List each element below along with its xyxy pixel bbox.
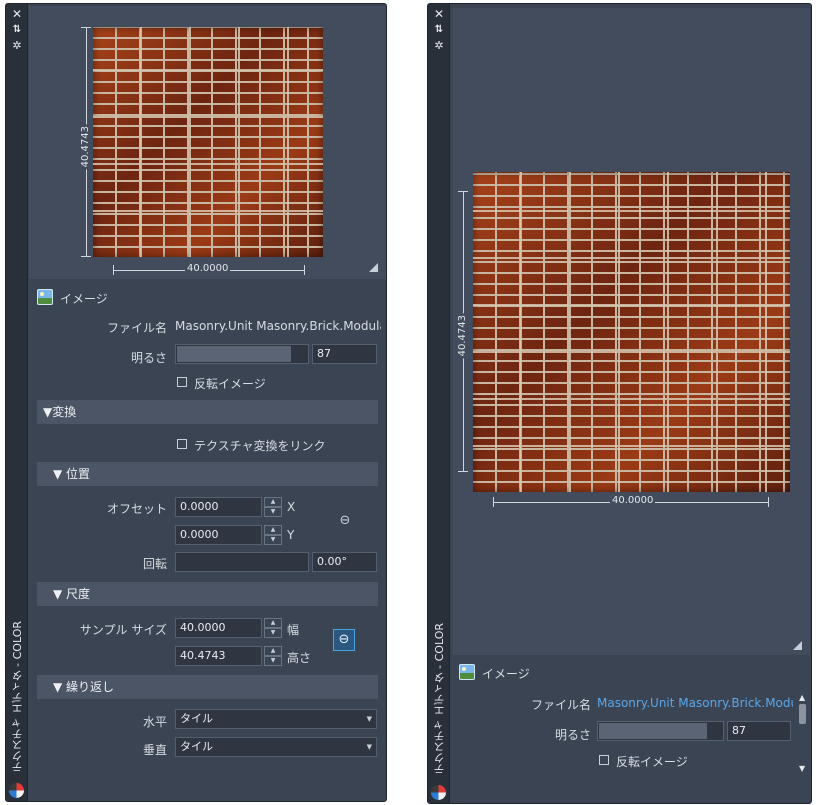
sample-width-field[interactable]: 40.0000: [175, 618, 262, 638]
app-logo-icon: [9, 783, 24, 798]
brick-texture-image: [93, 27, 323, 257]
gear-icon[interactable]: ✲: [10, 40, 24, 52]
app-logo-icon: [431, 785, 446, 800]
horizontal-repeat-select[interactable]: タイル ▼: [175, 709, 377, 729]
rotation-slider[interactable]: [175, 552, 309, 572]
filename-value[interactable]: Masonry.Unit Masonry.Brick.Modular: [597, 696, 793, 710]
offset-x-field[interactable]: 0.0000: [175, 497, 262, 517]
spin-up-icon[interactable]: ▲: [264, 497, 282, 507]
texture-editor-palette-right: ✕ ⇅ ✲ テクスチャ エディタ - COLOR 40.4743 40.0000…: [427, 3, 812, 804]
height-dimension-tick-top: [81, 27, 91, 28]
sample-size-label: サンプル サイズ: [79, 623, 167, 637]
texture-preview: 40.4743 40.0000: [453, 8, 810, 655]
gear-icon[interactable]: ✲: [432, 40, 446, 52]
link-texture-transform-label: テクスチャ変換をリンク: [194, 439, 326, 453]
offset-y-field[interactable]: 0.0000: [175, 525, 262, 545]
vertical-label: 垂直: [142, 743, 167, 757]
height-dimension-tick-top: [458, 191, 468, 192]
offset-x-axis-label: X: [287, 500, 296, 514]
height-dimension-tick-bottom: [81, 256, 91, 257]
invert-image-label: 反転イメージ: [616, 755, 688, 769]
brick-texture-image: [473, 172, 790, 492]
invert-image-checkbox[interactable]: [599, 755, 609, 765]
resize-grip-icon[interactable]: [793, 641, 802, 650]
link-texture-transform-checkbox[interactable]: [177, 439, 187, 449]
horizontal-label: 水平: [142, 715, 167, 729]
filename-label: ファイル名: [530, 698, 591, 712]
horizontal-repeat-value: タイル: [180, 712, 213, 725]
resize-grip-icon[interactable]: [369, 263, 378, 272]
chevron-down-icon: ▼: [366, 715, 372, 723]
auto-hide-icon[interactable]: ⇅: [432, 24, 446, 36]
height-dimension-label: 40.4743: [457, 313, 468, 359]
spin-up-icon[interactable]: ▲: [264, 525, 282, 535]
auto-hide-icon[interactable]: ⇅: [10, 24, 24, 36]
brightness-label: 明るさ: [554, 728, 591, 742]
link-sample-size-icon[interactable]: ⊖: [333, 629, 355, 651]
chevron-down-icon: ▼: [366, 743, 372, 751]
brightness-slider[interactable]: [597, 721, 724, 741]
brightness-slider-fill: [599, 723, 707, 739]
texture-preview: 40.4743 40.0000: [29, 6, 386, 279]
image-icon: [37, 289, 53, 305]
close-icon[interactable]: ✕: [432, 8, 446, 20]
invert-image-checkbox[interactable]: [177, 377, 187, 387]
width-dimension-tick-right: [768, 497, 769, 507]
brightness-slider-fill: [177, 346, 291, 362]
brightness-label: 明るさ: [130, 351, 167, 365]
spin-down-icon[interactable]: ▼: [264, 507, 282, 517]
offset-x-spinner[interactable]: ▲ ▼: [264, 497, 282, 517]
filename-value[interactable]: Masonry.Unit Masonry.Brick.Modular.B: [175, 319, 381, 333]
palette-titlebar: ✕ ⇅ ✲ テクスチャ エディタ - COLOR: [428, 4, 450, 803]
transform-section-header[interactable]: ▼変換: [37, 400, 378, 424]
rotation-label: 回転: [142, 557, 167, 571]
scroll-up-icon[interactable]: ▲: [799, 693, 805, 702]
scroll-down-icon[interactable]: ▼: [799, 764, 805, 773]
close-icon[interactable]: ✕: [10, 8, 24, 20]
repeat-section-header[interactable]: ▼ 繰り返し: [37, 675, 378, 699]
width-dimension-tick-right: [304, 265, 305, 275]
palette-titlebar: ✕ ⇅ ✲ テクスチャ エディタ - COLOR: [6, 4, 28, 801]
height-dimension-label: 40.4743: [80, 124, 91, 170]
height-dimension-tick-bottom: [458, 471, 468, 472]
spin-up-icon[interactable]: ▲: [264, 646, 282, 656]
offset-label: オフセット: [106, 502, 167, 516]
offset-y-axis-label: Y: [287, 528, 295, 542]
width-dimension-tick-left: [493, 497, 494, 507]
texture-editor-palette-left: ✕ ⇅ ✲ テクスチャ エディタ - COLOR 40.4743 40.0000…: [5, 3, 387, 802]
width-unit-label: 幅: [287, 623, 300, 637]
sample-width-spinner[interactable]: ▲ ▼: [264, 618, 282, 638]
width-dimension-label: 40.0000: [185, 263, 231, 274]
rotation-field[interactable]: 0.00°: [312, 552, 377, 572]
spin-up-icon[interactable]: ▲: [264, 618, 282, 628]
palette-title: テクスチャ エディタ - COLOR: [433, 623, 446, 775]
spin-down-icon[interactable]: ▼: [264, 656, 282, 666]
spin-down-icon[interactable]: ▼: [264, 535, 282, 545]
vertical-repeat-select[interactable]: タイル ▼: [175, 737, 377, 757]
brightness-field[interactable]: 87: [727, 721, 791, 741]
vertical-repeat-value: タイル: [180, 740, 213, 753]
position-section-header[interactable]: ▼ 位置: [37, 462, 378, 486]
image-section-heading: イメージ: [60, 292, 108, 306]
filename-label: ファイル名: [106, 321, 167, 335]
invert-image-label: 反転イメージ: [194, 377, 266, 391]
palette-title: テクスチャ エディタ - COLOR: [11, 621, 24, 773]
scale-section-header[interactable]: ▼ 尺度: [37, 582, 378, 606]
offset-y-spinner[interactable]: ▲ ▼: [264, 525, 282, 545]
sample-height-spinner[interactable]: ▲ ▼: [264, 646, 282, 666]
spin-down-icon[interactable]: ▼: [264, 628, 282, 638]
sample-height-field[interactable]: 40.4743: [175, 646, 262, 666]
scrollbar-thumb[interactable]: [799, 704, 806, 724]
width-dimension-label: 40.0000: [610, 495, 656, 506]
image-section-heading: イメージ: [482, 667, 530, 681]
width-dimension-tick-left: [113, 265, 114, 275]
brightness-field[interactable]: 87: [312, 344, 377, 364]
image-icon: [459, 664, 475, 680]
brightness-slider[interactable]: [175, 344, 309, 364]
height-unit-label: 高さ: [287, 651, 312, 665]
link-offset-icon[interactable]: ⊖: [336, 513, 354, 528]
